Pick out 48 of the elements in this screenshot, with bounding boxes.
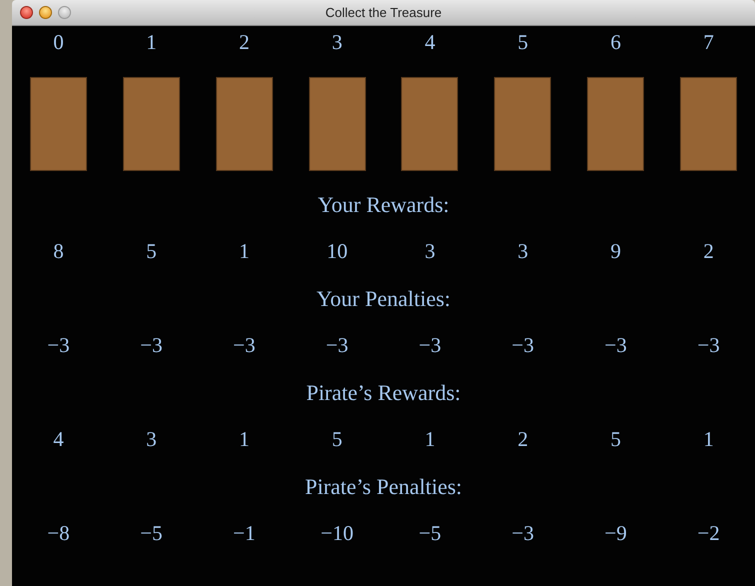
column-number: 6 — [610, 32, 621, 52]
value-text: −3 — [140, 335, 162, 356]
value-text: 5 — [332, 429, 342, 450]
value-text: 8 — [53, 241, 64, 262]
value-text: 1 — [238, 241, 250, 262]
value-text: −3 — [47, 335, 70, 356]
value-text: −3 — [697, 335, 720, 356]
value-text: −5 — [140, 523, 162, 544]
value-text: 9 — [610, 241, 621, 262]
section-heading: Your Rewards: — [318, 194, 450, 216]
column-number: 1 — [146, 32, 157, 52]
minimize-icon[interactable] — [39, 6, 52, 19]
value-text: 1 — [238, 429, 250, 450]
zoom-icon[interactable] — [58, 6, 71, 19]
section-heading: Your Penalties: — [316, 288, 451, 310]
value-text: 1 — [424, 429, 436, 450]
value-text: 4 — [53, 429, 64, 450]
value-text: −3 — [512, 335, 534, 356]
value-text: −9 — [604, 523, 627, 544]
column-number: 5 — [518, 32, 528, 52]
value-text: −8 — [47, 523, 70, 544]
column-number: 0 — [53, 32, 64, 52]
value-text: 3 — [424, 241, 436, 262]
value-text: −5 — [418, 523, 442, 544]
value-text: −2 — [697, 523, 720, 544]
column-number: 2 — [238, 32, 250, 52]
value-text: 2 — [518, 429, 528, 450]
value-text: 5 — [146, 241, 157, 262]
value-text: −3 — [512, 523, 534, 544]
value-text: 2 — [703, 241, 714, 262]
value-text: −3 — [604, 335, 627, 356]
value-text: 5 — [610, 429, 621, 450]
section-heading: Pirate’s Penalties: — [304, 476, 462, 498]
section-heading: Pirate’s Rewards: — [306, 382, 461, 404]
value-text: 10 — [326, 241, 348, 262]
value-text: 3 — [518, 241, 528, 262]
column-number: 7 — [703, 32, 714, 52]
column-number: 4 — [424, 32, 436, 52]
value-text: 3 — [146, 429, 157, 450]
value-text: −3 — [418, 335, 442, 356]
close-icon[interactable] — [20, 6, 33, 19]
value-text: 1 — [703, 429, 714, 450]
column-number: 3 — [332, 32, 342, 52]
value-text: −1 — [233, 523, 256, 544]
value-text: −3 — [233, 335, 256, 356]
value-text: −10 — [320, 523, 354, 544]
window-title: Collect the Treasure — [325, 4, 442, 22]
value-text: −3 — [326, 335, 348, 356]
